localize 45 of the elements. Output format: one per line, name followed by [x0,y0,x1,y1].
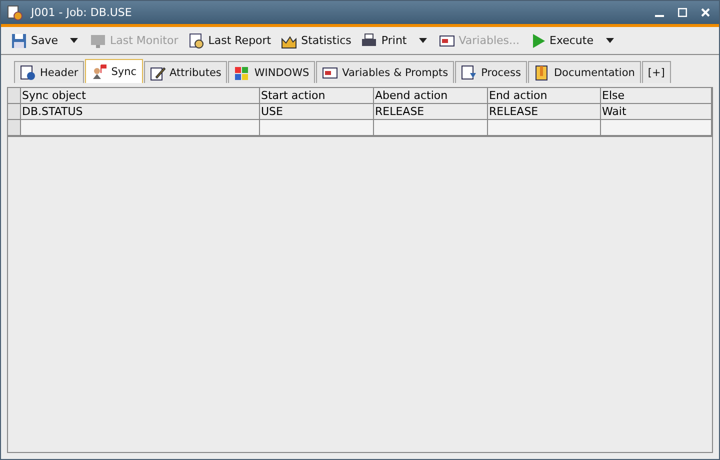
printer-icon [361,32,378,48]
book-icon [534,64,550,80]
column-header[interactable]: Else [601,88,712,104]
tab[interactable]: [+] [642,61,671,83]
tab[interactable]: Header [14,61,84,83]
column-header[interactable]: Sync object [21,88,260,104]
report-icon [188,32,204,48]
monitor-icon [90,32,106,48]
tab[interactable]: Sync [85,59,143,83]
table-cell: Wait [601,104,712,120]
toolbar-button[interactable]: Statistics [279,30,354,50]
toolbar-button[interactable]: Execute [528,30,596,50]
tab[interactable]: Attributes [144,61,228,83]
maximize-button[interactable] [675,6,690,18]
close-icon [701,8,710,16]
table-cell: RELEASE [374,104,488,120]
toolbar-button[interactable]: Last Report [186,30,274,50]
windows-icon [234,64,250,80]
document-icon [461,64,478,80]
gear-document-icon [7,4,23,20]
column-header[interactable]: End action [488,88,601,104]
window-title: J001 - Job: DB.USE [31,6,133,19]
column-header[interactable]: Abend action [374,88,488,104]
figure-flag-icon [91,64,108,80]
tab[interactable]: Variables & Prompts [316,61,454,83]
toolbar-button[interactable]: Print [359,30,409,50]
tab[interactable]: Process [455,61,527,83]
tab[interactable]: WINDOWS [228,61,316,83]
pencil-icon [150,64,166,80]
maximize-icon [678,8,687,16]
variables-icon [322,64,338,80]
minimize-icon [655,14,664,16]
caret-icon[interactable] [70,38,78,43]
toolbar-button[interactable]: Save [9,30,60,50]
row-header[interactable] [8,120,21,136]
table-cell: USE [260,104,374,120]
table-cell: DB.STATUS [21,104,260,120]
row-header[interactable] [8,104,21,120]
caret-icon[interactable] [606,38,614,43]
variables-icon [438,32,455,48]
document-info-icon [20,64,36,80]
table-cell: RELEASE [488,104,601,120]
tab[interactable]: Documentation [528,61,641,83]
column-header[interactable]: Start action [260,88,374,104]
caret-icon[interactable] [418,38,427,43]
